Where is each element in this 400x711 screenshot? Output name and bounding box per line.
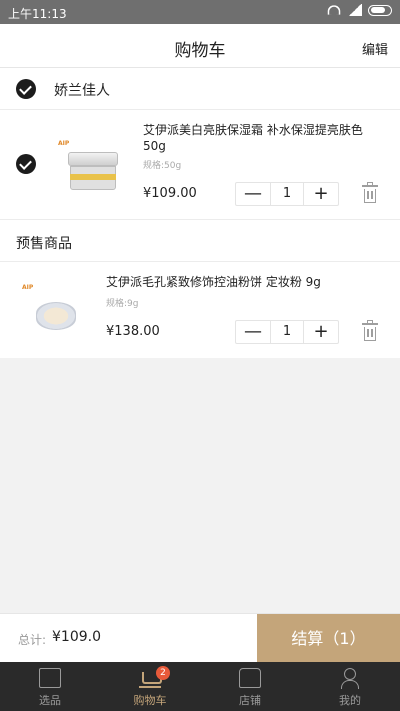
increase-button[interactable]: + [304,321,338,343]
quantity-value[interactable]: 1 [270,183,304,205]
box-icon [39,668,61,688]
store-icon [239,668,261,688]
tab-label: 我的 [339,694,361,707]
quantity-value[interactable]: 1 [270,321,304,343]
cart-item: AIP 艾伊派美白亮肤保湿霜 补水保湿提亮肤色 50g 规格:50g ¥109.… [0,110,400,220]
powder-compact-icon [36,302,76,330]
increase-button[interactable]: + [304,183,338,205]
signal-icon [348,4,362,16]
product-image[interactable]: AIP [50,128,134,212]
battery-icon [368,4,392,16]
status-bar: 上午11:13 [0,0,400,24]
product-name[interactable]: 艾伊派美白亮肤保湿霜 补水保湿提亮肤色 50g [143,122,388,154]
presale-section-header: 预售商品 [0,220,400,262]
tab-store[interactable]: 店铺 [200,662,300,711]
total-value: ¥109.0 [52,629,101,645]
product-spec: 规格:9g [106,299,139,309]
item-select-checkbox[interactable] [16,154,36,174]
trash-icon[interactable] [362,320,378,341]
cart-item: AIP 艾伊派毛孔紧致修饰控油粉饼 定妆粉 9g 规格:9g ¥138.00 —… [0,262,400,358]
nav-bar: 购物车 编辑 [0,24,400,68]
store-name: 娇兰佳人 [54,83,110,99]
product-price: ¥109.00 [143,186,197,201]
tab-label: 店铺 [239,694,261,707]
wifi-icon [327,5,341,15]
presale-label: 预售商品 [16,236,72,252]
status-time: 上午11:13 [8,7,67,21]
product-image[interactable]: AIP [18,274,90,346]
quantity-stepper: — 1 + [235,182,339,206]
tab-profile[interactable]: 我的 [300,662,400,711]
tab-label: 选品 [39,694,61,707]
tab-select-products[interactable]: 选品 [0,662,100,711]
trash-icon[interactable] [362,182,378,203]
cream-jar-icon [68,152,118,190]
brand-logo-icon: AIP [22,284,34,291]
tab-label: 购物车 [133,694,167,707]
tab-cart[interactable]: 2 购物车 [100,662,200,711]
edit-button[interactable]: 编辑 [362,39,388,58]
page-title: 购物车 [174,41,226,61]
checkout-bar: 总计: ¥109.0 结算（1） [0,613,400,663]
product-spec: 规格:50g [143,161,182,171]
quantity-stepper: — 1 + [235,320,339,344]
checkout-button[interactable]: 结算（1） [257,614,400,663]
total-label: 总计: [18,633,47,647]
status-icons [326,4,392,16]
decrease-button[interactable]: — [236,321,270,343]
tab-bar: 选品 2 购物车 店铺 我的 [0,662,400,711]
brand-logo-icon: AIP [58,140,70,147]
decrease-button[interactable]: — [236,183,270,205]
product-price: ¥138.00 [106,324,160,339]
product-name[interactable]: 艾伊派毛孔紧致修饰控油粉饼 定妆粉 9g [106,274,390,290]
cart-count-badge: 2 [156,666,170,680]
user-icon [339,668,361,689]
store-select-checkbox[interactable] [16,79,36,99]
store-row: 娇兰佳人 [0,68,400,110]
